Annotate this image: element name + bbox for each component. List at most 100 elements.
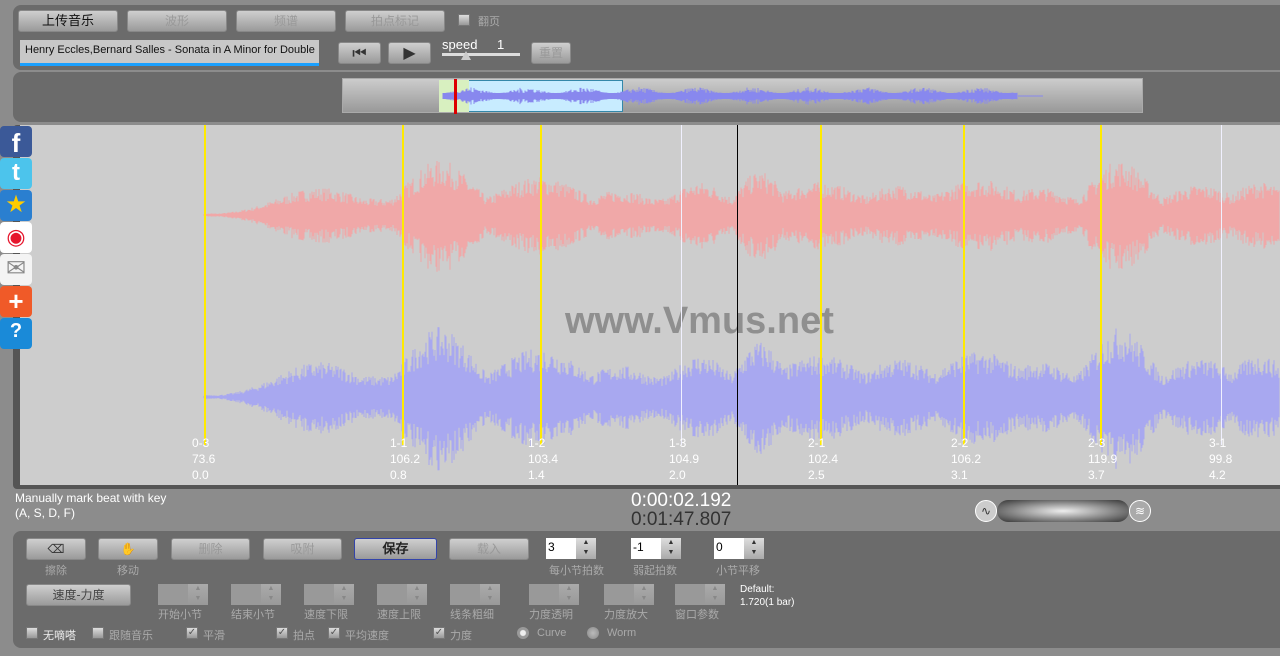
weibo-icon[interactable]: ◉ — [0, 222, 32, 253]
speed-value: 1 — [497, 37, 505, 52]
twitter-icon[interactable]: t — [0, 158, 32, 189]
pickup-beats-label: 弱起拍数 — [633, 564, 677, 577]
option-checkbox[interactable]: ✓ — [276, 627, 288, 639]
render-mode-radio[interactable] — [517, 627, 529, 639]
bar-offset-label: 小节平移 — [716, 564, 760, 577]
beat-line[interactable] — [681, 125, 682, 445]
beats-per-bar-stepper[interactable]: 3 ▲ ▼ — [546, 538, 598, 559]
spectrum-button[interactable]: 频谱 — [236, 10, 336, 32]
overview-playhead[interactable] — [454, 79, 457, 114]
param-label: 结束小节 — [231, 608, 275, 621]
overview-wave — [442, 87, 1043, 105]
radio-label: Curve — [537, 627, 567, 639]
hint-text: Manually mark beat with key (A, S, D, F) — [15, 491, 166, 521]
waveform-button[interactable]: 波形 — [127, 10, 227, 32]
move-button[interactable]: ✋ — [98, 538, 158, 560]
param-stepper[interactable]: ▲ ▼ — [377, 584, 429, 605]
beat-label: 2-1 — [808, 436, 826, 450]
upload-music-button[interactable]: 上传音乐 — [18, 10, 118, 32]
param-stepper[interactable]: ▲ ▼ — [450, 584, 502, 605]
param-stepper[interactable]: ▲ ▼ — [675, 584, 727, 605]
param-label: 线条粗细 — [450, 608, 494, 621]
param-stepper[interactable]: ▲ ▼ — [231, 584, 283, 605]
option-checkbox[interactable] — [26, 627, 38, 639]
watermark: www.Vmus.net — [565, 300, 834, 342]
rewind-button[interactable]: ⏮ — [338, 42, 381, 64]
radio-label: Worm — [607, 627, 637, 639]
beat-tempo: 106.2 — [951, 452, 982, 466]
add-share-icon[interactable]: + — [0, 286, 32, 317]
erase-button[interactable]: ⌫ — [26, 538, 86, 560]
beat-label: 1-1 106.2 0.8 — [390, 435, 420, 483]
param-label: 速度上限 — [377, 608, 421, 621]
beat-label: 2-2 — [951, 436, 969, 450]
beat-time: 0.0 — [192, 468, 209, 482]
option-label: 力度 — [450, 629, 472, 642]
beat-line[interactable] — [820, 125, 822, 445]
beats-per-bar-label: 每小节拍数 — [549, 564, 604, 577]
param-label: 开始小节 — [158, 608, 202, 621]
option-checkbox[interactable]: ✓ — [433, 627, 445, 639]
waveform-canvas[interactable]: www.Vmus.net 0-3 73.6 0.0 1-1 106.2 0.8 1-2 103… — [20, 125, 1280, 485]
favorite-star-icon[interactable]: ★ — [0, 190, 32, 221]
option-checkbox[interactable] — [92, 627, 104, 639]
play-button[interactable]: ▶ — [388, 42, 431, 64]
speed-slider[interactable] — [442, 51, 520, 60]
beat-time: 2.0 — [669, 468, 686, 482]
zoom-slider[interactable] — [997, 500, 1129, 522]
bar-offset-stepper[interactable]: 0 ▲ ▼ — [714, 538, 766, 559]
beat-line[interactable] — [1221, 125, 1222, 445]
track-title-field[interactable]: Henry Eccles,Bernard Salles - Sonata in … — [20, 40, 319, 66]
param-stepper[interactable]: ▲ ▼ — [158, 584, 210, 605]
hint-line-1: Manually mark beat with key — [15, 491, 167, 505]
beat-label: 0-3 73.6 0.0 — [192, 435, 215, 483]
beat-line[interactable] — [1100, 125, 1102, 445]
beat-line[interactable] — [540, 125, 542, 445]
main-waveform-area[interactable]: www.Vmus.net 0-3 73.6 0.0 1-1 106.2 0.8 1-2 103… — [13, 125, 1280, 489]
beat-label: 3-1 — [1209, 436, 1227, 450]
default-line-2: 1.720(1 bar) — [740, 597, 795, 608]
beat-tempo: 73.6 — [192, 452, 216, 466]
zoom-detail-icon[interactable]: ≋ — [1129, 500, 1151, 522]
facebook-icon[interactable]: f — [0, 126, 32, 158]
beat-tempo: 119.9 — [1088, 452, 1118, 466]
snap-button[interactable]: 吸附 — [263, 538, 342, 560]
param-label: 力度放大 — [604, 608, 648, 621]
beat-label: 1-2 103.4 1.4 — [528, 435, 558, 483]
render-mode-radio[interactable] — [587, 627, 599, 639]
beat-label: 1-2 — [528, 436, 546, 450]
default-line-1: Default: — [740, 584, 775, 595]
beat-tempo: 104.9 — [669, 452, 700, 466]
flip-page-checkbox[interactable] — [458, 14, 470, 26]
reset-button[interactable]: 重置 — [531, 42, 571, 64]
beat-label: 2-1 102.4 2.5 — [808, 435, 838, 483]
option-checkbox[interactable]: ✓ — [328, 627, 340, 639]
param-stepper[interactable]: ▲ ▼ — [304, 584, 356, 605]
delete-button[interactable]: 删除 — [171, 538, 250, 560]
option-checkbox[interactable]: ✓ — [186, 627, 198, 639]
tempo-dynamics-button[interactable]: 速度-力度 — [26, 584, 131, 606]
save-button[interactable]: 保存 — [354, 538, 437, 560]
flip-page-label: 翻页 — [478, 15, 500, 28]
beat-tempo: 99.8 — [1209, 452, 1233, 466]
load-button[interactable]: 载入 — [449, 538, 529, 560]
beat-label: 2-2 106.2 3.1 — [951, 435, 981, 483]
overview-waveform[interactable] — [342, 78, 1143, 114]
param-stepper[interactable]: ▲ ▼ — [604, 584, 656, 605]
param-stepper[interactable]: ▲ ▼ — [529, 584, 581, 605]
help-icon[interactable]: ? — [0, 318, 32, 349]
beat-mark-button[interactable]: 拍点标记 — [345, 10, 445, 32]
param-label: 窗口参数 — [675, 608, 719, 621]
email-icon[interactable]: ✉ — [0, 254, 32, 285]
pickup-beats-stepper[interactable]: -1 ▲ ▼ — [631, 538, 683, 559]
hint-line-2: (A, S, D, F) — [15, 506, 75, 520]
erase-label: 擦除 — [45, 564, 67, 577]
speed-slider-thumb[interactable] — [461, 51, 471, 60]
beat-line[interactable] — [204, 125, 206, 445]
beat-line[interactable] — [402, 125, 404, 445]
playhead-line[interactable] — [737, 125, 738, 485]
beat-line[interactable] — [963, 125, 965, 445]
zoom-wave-icon[interactable]: ∿ — [975, 500, 997, 522]
beat-time: 1.4 — [528, 468, 545, 482]
option-label: 无嘀嗒 — [43, 629, 76, 642]
